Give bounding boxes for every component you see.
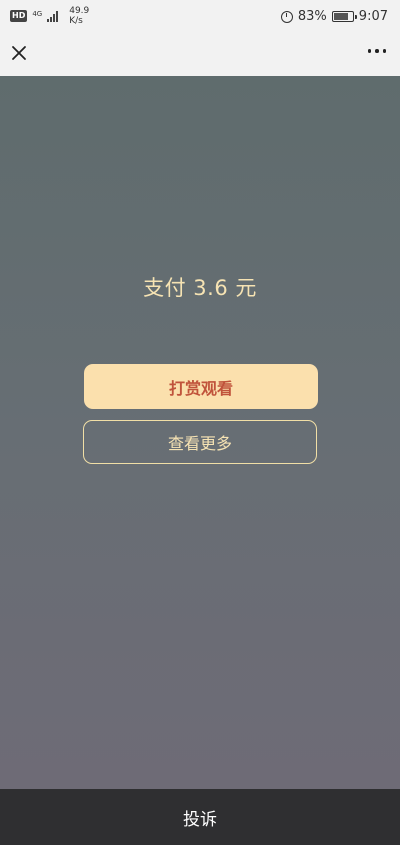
status-left: HD 4G 49.9 K/s — [10, 6, 89, 26]
battery-cap — [354, 14, 357, 19]
reward-view-button[interactable]: 打赏观看 — [84, 364, 318, 409]
battery-icon — [331, 11, 357, 22]
signal-icon — [47, 10, 59, 22]
footer-bar: 投诉 — [0, 789, 400, 845]
network-type: 4G — [32, 10, 43, 18]
status-right: 83% 9:07 — [280, 9, 388, 24]
clock: 9:07 — [358, 9, 388, 24]
net-speed-unit: K/s — [69, 16, 83, 26]
pay-amount-text: 支付 3.6 元 — [143, 276, 257, 300]
battery-percent: 83% — [297, 9, 327, 24]
close-icon[interactable] — [8, 42, 30, 64]
complain-button[interactable]: 投诉 — [0, 805, 400, 830]
hd-badge: HD — [10, 10, 28, 22]
nav-bar — [0, 34, 400, 76]
battery-fill — [333, 13, 348, 20]
more-icon[interactable] — [367, 49, 386, 53]
paywall-panel: 支付 3.6 元 打赏观看 查看更多 — [0, 76, 400, 789]
net-speed: 49.9 K/s — [69, 6, 89, 26]
alarm-icon — [280, 10, 293, 23]
net-speed-value: 49.9 — [69, 6, 90, 16]
view-more-button[interactable]: 查看更多 — [83, 420, 317, 464]
status-bar: HD 4G 49.9 K/s 83% 9:07 — [0, 0, 400, 34]
